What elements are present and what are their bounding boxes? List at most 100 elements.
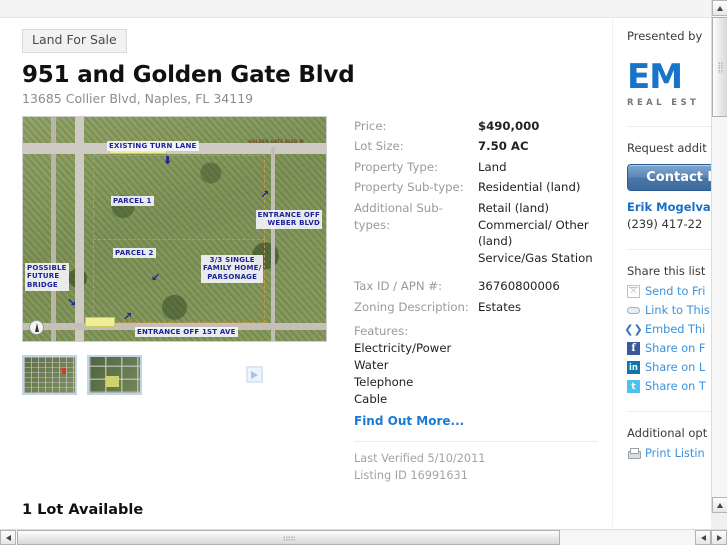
detail-row-lot-size: Lot Size: 7.50 AC bbox=[354, 138, 598, 155]
broker-logo-subtext: REAL EST bbox=[627, 98, 700, 109]
detail-value: Estates bbox=[478, 299, 522, 314]
vertical-scrollbar-thumb[interactable] bbox=[712, 17, 727, 117]
divider bbox=[627, 126, 711, 128]
aerial-map-image[interactable]: EXISTING TURN LANE ⬇ PARCEL 1 PARCEL 2 E… bbox=[22, 115, 327, 342]
vertical-scrollbar[interactable] bbox=[711, 0, 727, 529]
property-details-column: Price: $490,000 Lot Size: 7.50 AC Proper… bbox=[332, 116, 598, 485]
map-label-parcel-2: PARCEL 2 bbox=[113, 247, 156, 259]
horizontal-scrollbar[interactable] bbox=[0, 529, 727, 545]
share-label: Share on T bbox=[645, 380, 706, 394]
map-compass-icon bbox=[29, 319, 44, 335]
presented-by-label: Presented by bbox=[627, 29, 703, 43]
map-arrow-weber-icon: ↗ bbox=[260, 187, 270, 201]
scrollbar-corner bbox=[711, 513, 727, 529]
map-label-possible-future-bridge: POSSIBLE FUTURE BRIDGE bbox=[25, 262, 69, 291]
thumbnail-2[interactable] bbox=[87, 354, 142, 395]
map-bridge-highlight bbox=[85, 316, 115, 327]
thumbnail-strip bbox=[22, 354, 332, 396]
thumbnail-1[interactable] bbox=[22, 354, 77, 395]
detail-key: Zoning Description: bbox=[354, 299, 469, 314]
agent-name-link[interactable]: Erik Mogelva bbox=[627, 200, 711, 214]
scroll-left-button[interactable] bbox=[0, 530, 16, 545]
listing-address: 13685 Collier Blvd, Naples, FL 34119 bbox=[22, 90, 254, 106]
page-title: 951 and Golden Gate Blvd bbox=[22, 61, 355, 88]
twitter-icon: t bbox=[627, 380, 640, 394]
thumbnail-image bbox=[89, 356, 140, 393]
detail-value: Residential (land) bbox=[478, 180, 581, 195]
embed-code-icon: ❮❯ bbox=[624, 323, 643, 337]
browser-viewport: Land For Sale 951 and Golden Gate Blvd 1… bbox=[0, 0, 727, 545]
lots-heading: 1 Lot Available bbox=[22, 502, 144, 519]
detail-row-tax-id: Tax ID / APN #: 36760800006 bbox=[354, 278, 598, 295]
chevron-left-icon bbox=[5, 534, 11, 541]
features-list: Electricity/Power Water Telephone Cable bbox=[354, 340, 452, 406]
link-icon bbox=[627, 304, 640, 317]
features-label: Features: bbox=[354, 323, 409, 338]
map-parcel-divider bbox=[93, 238, 265, 240]
chevron-left-icon bbox=[700, 534, 706, 541]
share-label: Embed Thi bbox=[645, 323, 706, 337]
chevron-up-icon bbox=[717, 5, 723, 11]
divider bbox=[354, 441, 598, 443]
map-label-parcel-1: PARCEL 1 bbox=[111, 195, 154, 207]
share-embed-this[interactable]: ❮❯ Embed Thi bbox=[624, 323, 711, 337]
horizontal-scrollbar-thumb[interactable] bbox=[17, 530, 560, 545]
map-arrow-down-icon: ⬇ bbox=[163, 153, 173, 167]
share-on-linkedin[interactable]: in Share on L bbox=[627, 361, 711, 375]
status-badge: Land For Sale bbox=[22, 29, 127, 53]
property-details-list: Price: $490,000 Lot Size: 7.50 AC Proper… bbox=[354, 118, 598, 316]
share-link-to-this[interactable]: Link to This bbox=[627, 304, 711, 317]
main-content-column: Land For Sale 951 and Golden Gate Blvd 1… bbox=[0, 19, 613, 527]
play-arrow-icon bbox=[251, 370, 258, 379]
listing-id-text: Listing ID 16991631 bbox=[354, 468, 468, 482]
detail-row-price: Price: $490,000 bbox=[354, 118, 598, 135]
scroll-right-button[interactable] bbox=[711, 530, 727, 545]
detail-key: Property Sub-type: bbox=[354, 180, 464, 195]
media-and-details-row: EXISTING TURN LANE ⬇ PARCEL 1 PARCEL 2 E… bbox=[22, 115, 598, 485]
thumbnail-next-button[interactable] bbox=[246, 366, 263, 383]
detail-value: Land bbox=[478, 159, 507, 174]
share-heading: Share this list bbox=[627, 264, 706, 279]
detail-value: Retail (land) Commercial/ Other (land) S… bbox=[478, 200, 593, 265]
broker-logo-text: EM bbox=[627, 57, 683, 97]
share-label: Send to Fri bbox=[645, 285, 706, 299]
detail-key: Additional Sub-types: bbox=[354, 200, 443, 232]
share-on-twitter[interactable]: t Share on T bbox=[627, 380, 711, 394]
map-label-entrance-1st-ave: ENTRANCE OFF 1ST AVE bbox=[135, 326, 238, 338]
request-info-label: Request addit bbox=[627, 141, 707, 156]
chevron-up-icon bbox=[717, 502, 723, 508]
share-on-facebook[interactable]: f Share on F bbox=[627, 342, 711, 356]
divider bbox=[627, 249, 711, 251]
map-arrow-bridge-icon: ↘ bbox=[67, 295, 77, 309]
detail-key: Lot Size: bbox=[354, 139, 404, 154]
contact-listing-button[interactable]: Contact L bbox=[627, 164, 711, 192]
lots-section: 1 Lot Available Lot 1 Price: $490,000 bbox=[22, 502, 598, 527]
print-label: Print Listin bbox=[645, 447, 705, 461]
map-arrow-home-icon: ↙ bbox=[151, 270, 161, 284]
media-column: EXISTING TURN LANE ⬇ PARCEL 1 PARCEL 2 E… bbox=[22, 115, 332, 485]
scroll-up-button[interactable] bbox=[712, 0, 727, 16]
detail-key: Tax ID / APN #: bbox=[354, 279, 443, 294]
map-road bbox=[271, 146, 275, 341]
find-out-more-link[interactable]: Find Out More... bbox=[354, 414, 598, 428]
detail-value: 36760800006 bbox=[478, 279, 560, 294]
detail-row-zoning: Zoning Description: Estates bbox=[354, 299, 598, 316]
share-send-to-friend[interactable]: Send to Fri bbox=[627, 285, 711, 299]
share-label: Share on L bbox=[645, 361, 706, 375]
detail-key: Price: bbox=[354, 118, 387, 133]
envelope-icon bbox=[627, 285, 640, 299]
detail-value: $490,000 bbox=[478, 118, 540, 133]
last-verified-text: Last Verified 5/10/2011 bbox=[354, 452, 486, 466]
chevron-right-icon bbox=[716, 534, 722, 541]
detail-value: 7.50 AC bbox=[478, 139, 529, 154]
scroll-up-button-bottom[interactable] bbox=[712, 497, 727, 513]
linkedin-icon: in bbox=[627, 361, 640, 375]
right-sidebar: Presented by EM REAL EST Request addit C… bbox=[614, 19, 711, 527]
print-listing-link[interactable]: Print Listin bbox=[627, 447, 711, 460]
detail-key: Property Type: bbox=[354, 159, 438, 174]
scroll-left-button-right[interactable] bbox=[695, 530, 711, 545]
detail-row-additional-subtypes: Additional Sub-types: Retail (land) Comm… bbox=[354, 200, 598, 266]
browser-top-band bbox=[0, 0, 711, 18]
map-label-existing-turn-lane: EXISTING TURN LANE bbox=[107, 140, 199, 152]
